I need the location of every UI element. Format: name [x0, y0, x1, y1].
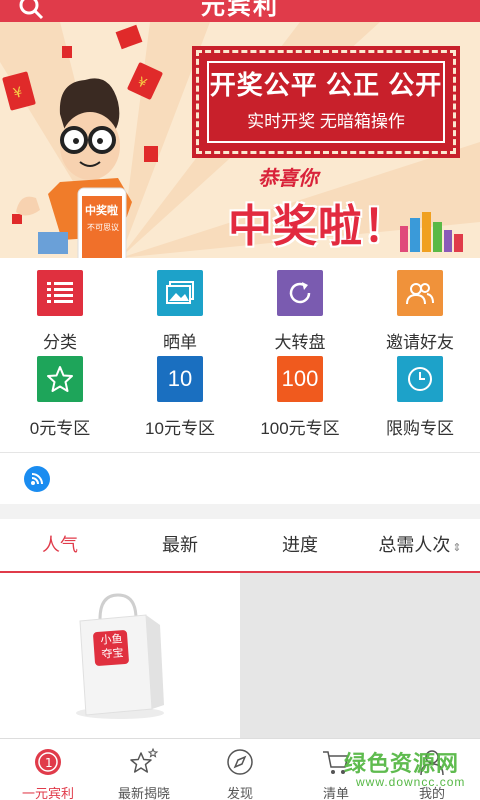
- nav-home[interactable]: 1 一元宾利: [0, 739, 96, 800]
- category-classify[interactable]: 分类: [0, 260, 120, 352]
- product-card[interactable]: 小鱼 夺宝: [0, 573, 240, 738]
- category-showcase[interactable]: 晒单: [120, 260, 240, 352]
- svg-text:1: 1: [45, 756, 53, 770]
- nav-latest[interactable]: 最新揭晓: [96, 739, 192, 800]
- tab-label: 人气: [42, 535, 78, 555]
- nav-label: 发现: [226, 786, 253, 800]
- promo-banner[interactable]: ¥ ¥ 中奖啦 不可思议 开奖公平 公正 公开 实时开奖 无暗箱操作 恭喜你 中…: [0, 22, 480, 258]
- list-icon: [37, 270, 83, 316]
- sort-tabs: 人气 最新 进度 总需人次 ⇕: [0, 519, 480, 573]
- category-hundred-yuan[interactable]: 100 100元专区: [240, 346, 360, 438]
- stars-icon: [130, 747, 159, 773]
- compass-icon: [227, 749, 253, 775]
- sort-arrows-icon: ⇕: [452, 542, 462, 554]
- ten-icon: 10: [157, 356, 203, 402]
- clock-icon: [397, 356, 443, 402]
- hundred-icon: 100: [277, 356, 323, 402]
- category-invite[interactable]: 邀请好友: [360, 260, 480, 352]
- tab-label: 进度: [282, 535, 318, 555]
- category-wheel[interactable]: 大转盘: [240, 260, 360, 352]
- tab-total-required[interactable]: 总需人次 ⇕: [360, 519, 480, 571]
- category-label: 10元专区: [145, 419, 215, 438]
- tab-newest[interactable]: 最新: [120, 519, 240, 571]
- home-coin-icon: 1: [35, 749, 61, 775]
- fair-draw-stamp: 开奖公平 公正 公开 实时开奖 无暗箱操作: [192, 46, 460, 158]
- refresh-icon: [277, 270, 323, 316]
- header-bar: 元宾利: [0, 0, 480, 22]
- friends-icon: [397, 270, 443, 316]
- category-zero-yuan[interactable]: 0元专区: [0, 346, 120, 438]
- ten-glyph: 10: [167, 366, 193, 391]
- hundred-glyph: 100: [281, 366, 319, 391]
- tab-progress[interactable]: 进度: [240, 519, 360, 571]
- svg-text:不可思议: 不可思议: [87, 223, 119, 232]
- page-title: 元宾利: [201, 0, 279, 20]
- watermark-url: www.downcc.com: [356, 775, 466, 789]
- photo-icon: [157, 270, 203, 316]
- banner-headline: 开奖公平 公正 公开: [209, 70, 443, 100]
- nav-discover[interactable]: 发现: [192, 739, 288, 800]
- nav-label: 一元宾利: [21, 786, 74, 800]
- star-icon: [37, 356, 83, 402]
- product-card-placeholder[interactable]: [240, 573, 480, 738]
- watermark-text: 绿色资源网: [344, 751, 460, 776]
- banner-subline: 实时开奖 无暗箱操作: [247, 112, 405, 131]
- tab-label: 总需人次: [378, 535, 451, 555]
- notice-bar[interactable]: [0, 452, 480, 504]
- broadcast-icon: [24, 466, 50, 492]
- category-label: 100元专区: [260, 419, 340, 438]
- banner-congrats: 恭喜你: [258, 168, 318, 190]
- app-screen: 元宾利 ¥ ¥ 中奖啦 不可思议 开奖公平 公正 公开 实时开奖 无暗箱操作 恭…: [0, 0, 480, 800]
- product-list: 小鱼 夺宝: [0, 573, 480, 738]
- category-limited[interactable]: 限购专区: [360, 346, 480, 438]
- category-ten-yuan[interactable]: 10 10元专区: [120, 346, 240, 438]
- category-grid: 分类 晒单 大转盘 邀请好友 0元专区 10 10元专区 100 100元专区 …: [0, 258, 480, 452]
- bag-logo: 小鱼 夺宝: [95, 632, 129, 662]
- category-label: 限购专区: [386, 419, 454, 438]
- banner-win-text: 中奖啦！: [228, 202, 408, 251]
- tab-label: 最新: [162, 535, 198, 555]
- nav-label: 最新揭晓: [117, 786, 170, 800]
- tab-popular[interactable]: 人气: [0, 519, 120, 571]
- category-label: 0元专区: [29, 419, 91, 438]
- svg-text:中奖啦: 中奖啦: [85, 203, 118, 217]
- bag-logo-line2: 夺宝: [101, 647, 124, 661]
